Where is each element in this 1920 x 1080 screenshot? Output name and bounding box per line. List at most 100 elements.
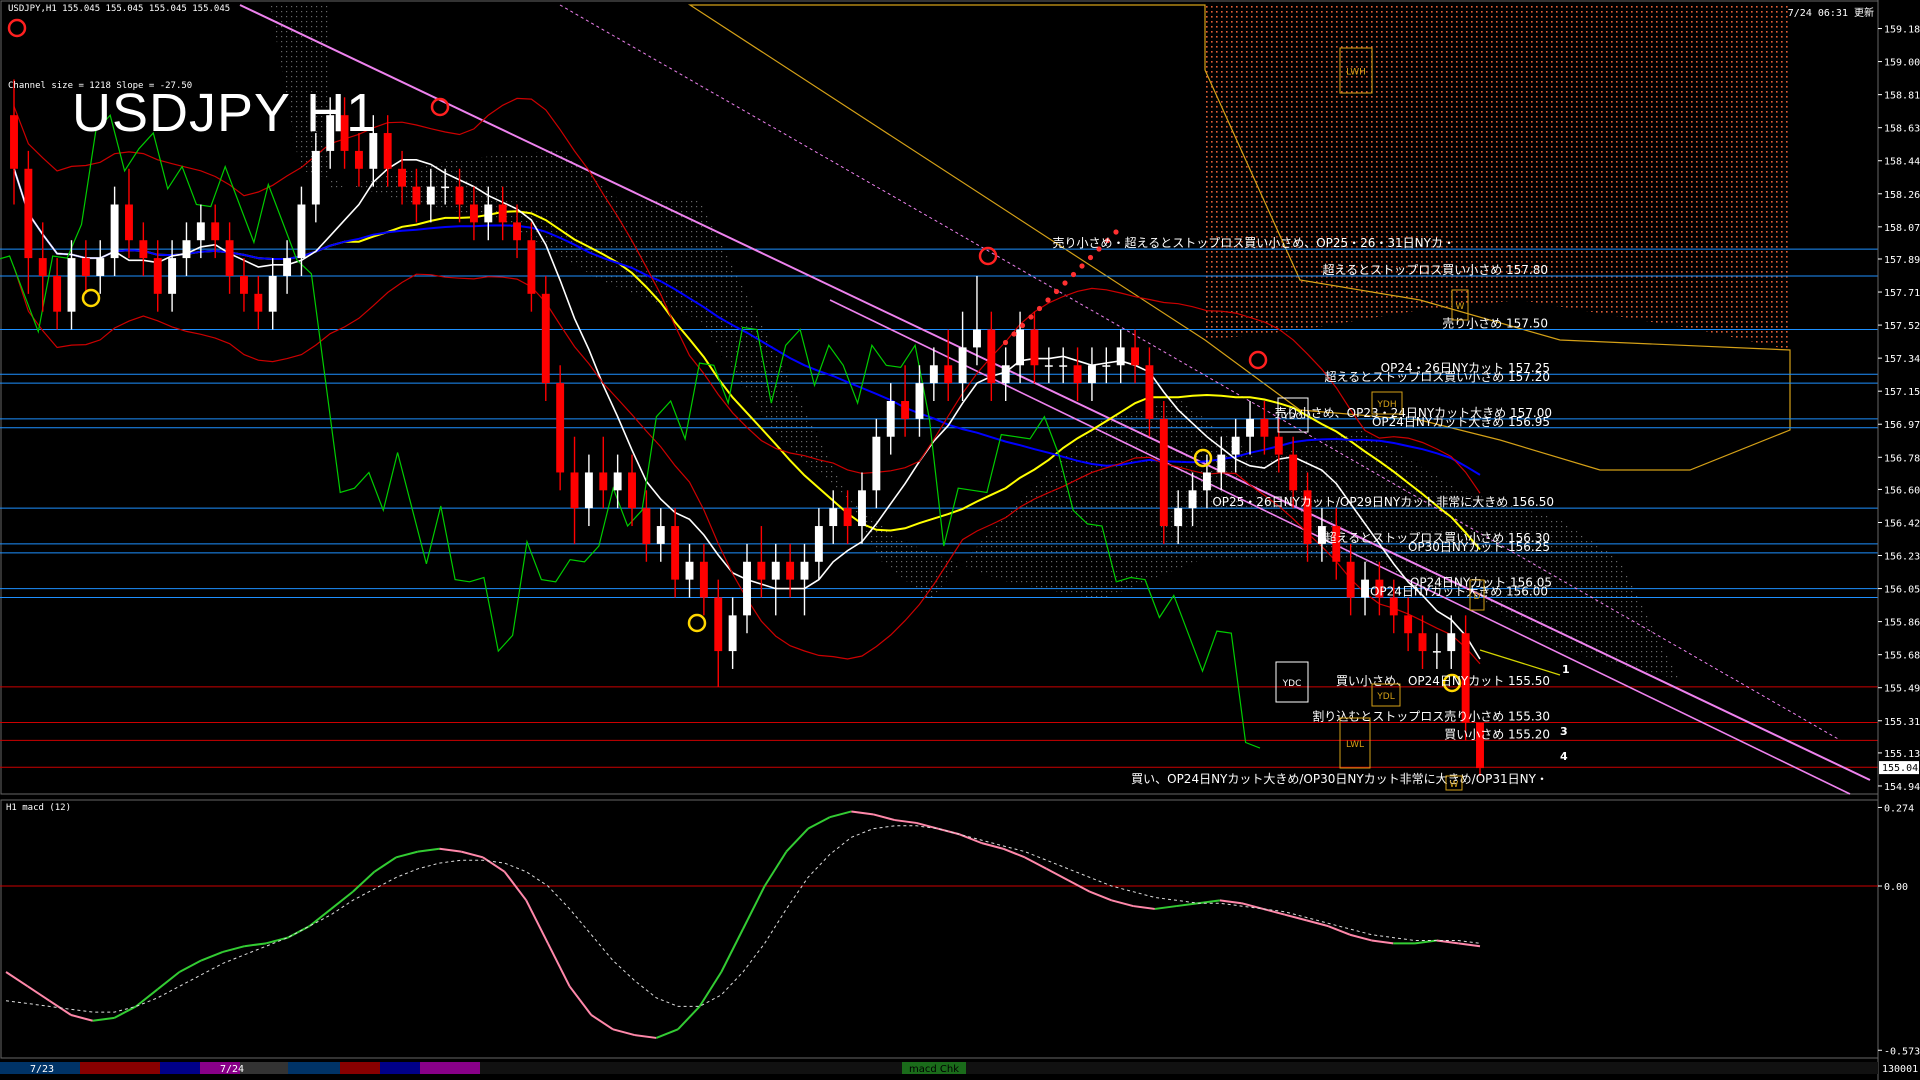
candle-body [958,347,967,384]
candle-body [1274,436,1283,455]
candle-body [1087,365,1096,384]
level-box-label: LWH [1346,68,1366,78]
candle-body [1159,418,1168,527]
candle-body [354,150,363,169]
candle-body [1174,508,1183,527]
candle-body [814,526,823,562]
channel-number: 3 [1560,725,1568,738]
level-annotation: OP24日NYカット大きめ 156.95 [1372,415,1550,429]
candle-body [757,561,766,580]
candle-body [743,561,751,616]
sar-dot [1070,271,1077,278]
level-annotation: OP25・26日NYカット/OP29日NYカット非常に大きめ 156.50 [1212,495,1554,509]
update-time: 7/24 06:31 更新 [1787,8,1874,19]
level-box-label: YDO [1282,412,1303,422]
level-annotation: 超えるとストップロス買い小さめ 157.20 [1325,369,1550,384]
axis-tick-label: 159.185 [1884,25,1920,36]
candle-body [800,561,809,580]
candle-body [383,133,392,169]
axis-tick-label: 157.525 [1884,321,1920,332]
candle-body [1016,329,1025,366]
candle-body [311,150,320,205]
candle-body [1246,418,1254,437]
candle-body [268,275,277,312]
candle-body [1389,597,1398,616]
axis-tick-label: 158.075 [1884,223,1920,234]
candle-body [283,258,292,276]
date-label: 7/24 [220,1064,244,1075]
candle-body [67,258,76,312]
candle-body [398,168,407,187]
axis-tick-label: 158.260 [1884,190,1920,201]
sar-dot [1079,263,1085,269]
candle-body [125,204,133,241]
candle-body [973,329,981,348]
candle-body [10,115,18,169]
axis-tick-label: 155.680 [1884,651,1920,662]
axis-tick-label: 156.605 [1884,485,1920,496]
candle-body [671,526,680,580]
channel-number: 1 [1562,663,1570,676]
candle-body [1346,561,1355,598]
candle-body [53,275,62,312]
level-annotation: OP30日NYカット 156.25 [1408,540,1550,554]
candle-body [915,383,924,419]
time-axis: 7/23 7/24 macd Chk 130001 [0,1062,1918,1075]
candle-body [1001,365,1010,384]
candle-body [1188,490,1197,509]
candle-body [441,186,450,189]
candle-body [944,365,953,384]
axis-tick-label: 159.000 [1884,58,1920,69]
level-box-label: W [1450,780,1459,790]
level-annotation: 超えるとストップロス買い小さめ 157.80 [1323,262,1548,277]
candle-body [786,561,795,580]
session-segment [380,1062,420,1074]
candle-body [1131,347,1140,366]
candle-body [38,258,47,276]
candle-body [1102,365,1111,367]
level-box-label: YDL [1376,692,1394,702]
date-label: 7/23 [30,1064,54,1075]
axis-tick-label: 158.630 [1884,124,1920,135]
candle-body [613,472,622,491]
candle-body [541,293,550,384]
axis-tick-label: 156.970 [1884,420,1920,431]
candle-body [1447,633,1456,652]
channel-number: 4 [1560,750,1568,763]
candle-body [1059,365,1068,367]
candle-body [872,436,881,491]
sar-dot [1062,280,1068,286]
candle-body [455,186,464,205]
candle-body [1418,633,1427,652]
chart-title: USDJPY H1 [72,83,378,143]
sar-dot [1053,288,1060,295]
candle-body [1116,347,1125,366]
candle-body [153,258,162,294]
session-segment [160,1062,200,1074]
candle-body [254,293,263,312]
axis-tick-label: 158.815 [1884,91,1920,102]
level-annotation: 売り小さめ 157.50 [1442,316,1548,331]
axis-tick-label: 158.445 [1884,157,1920,168]
axis-tick-label: 155.495 [1884,684,1920,695]
candle-body [987,329,996,384]
candle-body [297,204,306,259]
sar-dot [1087,254,1094,261]
level-annotation: 割り込むとストップロス売り小さめ 155.30 [1312,709,1550,724]
candle-body [699,561,708,598]
sar-dot [1036,305,1043,312]
candle-body [771,561,780,580]
candle-body [1073,365,1082,384]
level-annotation: 売り小さめ・超えるとストップロス買い小さめ、OP25・26・31日NYカ・ [1053,235,1455,250]
candle-body [240,275,248,294]
bottom-number: 130001 [1882,1064,1918,1075]
candle-body [81,258,90,276]
axis-tick-label: 154.945 [1884,782,1920,793]
candle-body [1289,454,1298,491]
axis-tick-label: 156.420 [1884,518,1920,529]
session-segment [80,1062,160,1074]
candle-body [96,258,105,276]
candle-body [1231,436,1240,455]
candle-body [584,472,593,509]
level-annotation: 買い小さめ 155.20 [1444,727,1550,741]
